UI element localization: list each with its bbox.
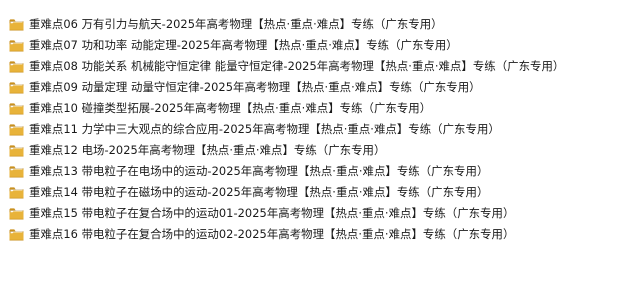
folder-name: 重难点16 带电粒子在复合场中的运动02-2025年高考物理【热点·重点·难点】…	[29, 227, 515, 241]
folder-name: 重难点07 功和功率 动能定理-2025年高考物理【热点·重点·难点】专练（广东…	[29, 38, 458, 52]
folder-item[interactable]: 重难点06 万有引力与航天-2025年高考物理【热点·重点·难点】专练（广东专用…	[8, 14, 620, 35]
folder-icon	[8, 58, 25, 75]
folder-name: 重难点08 功能关系 机械能守恒定律 能量守恒定律-2025年高考物理【热点·重…	[29, 59, 565, 73]
folder-item[interactable]: 重难点16 带电粒子在复合场中的运动02-2025年高考物理【热点·重点·难点】…	[8, 224, 620, 245]
folder-icon	[8, 184, 25, 201]
folder-icon	[8, 226, 25, 243]
folder-name: 重难点10 碰撞类型拓展-2025年高考物理【热点·重点·难点】专练（广东专用）	[29, 101, 432, 115]
folder-icon	[8, 163, 25, 180]
folder-name: 重难点13 带电粒子在电场中的运动-2025年高考物理【热点·重点·难点】专练（…	[29, 164, 489, 178]
folder-icon	[8, 16, 25, 33]
folder-item[interactable]: 重难点07 功和功率 动能定理-2025年高考物理【热点·重点·难点】专练（广东…	[8, 35, 620, 56]
folder-item[interactable]: 重难点09 动量定理 动量守恒定律-2025年高考物理【热点·重点·难点】专练（…	[8, 77, 620, 98]
folder-item[interactable]: 重难点08 功能关系 机械能守恒定律 能量守恒定律-2025年高考物理【热点·重…	[8, 56, 620, 77]
folder-item[interactable]: 重难点12 电场-2025年高考物理【热点·重点·难点】专练（广东专用）	[8, 140, 620, 161]
folder-item[interactable]: 重难点15 带电粒子在复合场中的运动01-2025年高考物理【热点·重点·难点】…	[8, 203, 620, 224]
folder-icon	[8, 79, 25, 96]
folder-icon	[8, 205, 25, 222]
folder-icon	[8, 37, 25, 54]
folder-name: 重难点15 带电粒子在复合场中的运动01-2025年高考物理【热点·重点·难点】…	[29, 206, 515, 220]
folder-name: 重难点14 带电粒子在磁场中的运动-2025年高考物理【热点·重点·难点】专练（…	[29, 185, 489, 199]
folder-name: 重难点11 力学中三大观点的综合应用-2025年高考物理【热点·重点·难点】专练…	[29, 122, 500, 136]
folder-list: 重难点06 万有引力与航天-2025年高考物理【热点·重点·难点】专练（广东专用…	[8, 14, 620, 245]
folder-name: 重难点09 动量定理 动量守恒定律-2025年高考物理【热点·重点·难点】专练（…	[29, 80, 481, 94]
folder-name: 重难点06 万有引力与航天-2025年高考物理【热点·重点·难点】专练（广东专用…	[29, 17, 443, 31]
folder-item[interactable]: 重难点10 碰撞类型拓展-2025年高考物理【热点·重点·难点】专练（广东专用）	[8, 98, 620, 119]
folder-icon	[8, 100, 25, 117]
folder-name: 重难点12 电场-2025年高考物理【热点·重点·难点】专练（广东专用）	[29, 143, 386, 157]
folder-item[interactable]: 重难点13 带电粒子在电场中的运动-2025年高考物理【热点·重点·难点】专练（…	[8, 161, 620, 182]
folder-item[interactable]: 重难点11 力学中三大观点的综合应用-2025年高考物理【热点·重点·难点】专练…	[8, 119, 620, 140]
folder-icon	[8, 121, 25, 138]
folder-item[interactable]: 重难点14 带电粒子在磁场中的运动-2025年高考物理【热点·重点·难点】专练（…	[8, 182, 620, 203]
folder-icon	[8, 142, 25, 159]
